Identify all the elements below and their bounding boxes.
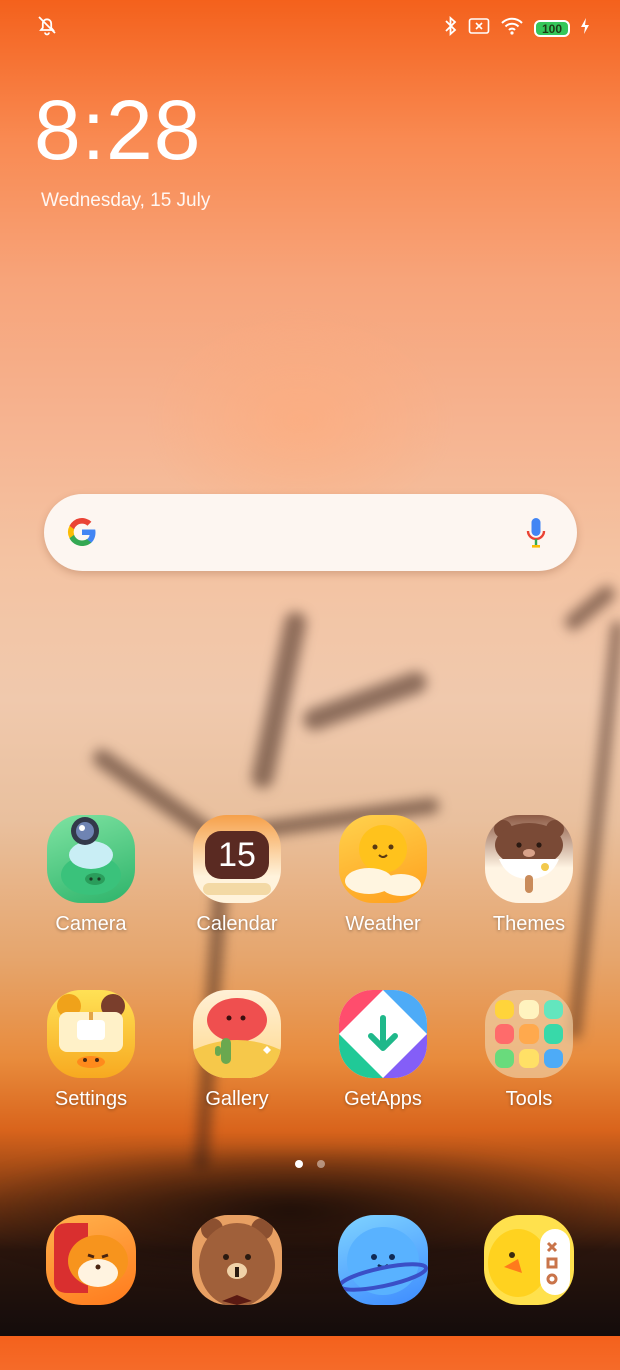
- app-settings[interactable]: Settings: [26, 990, 156, 1111]
- recorder-mini-icon: [495, 1024, 515, 1044]
- wallpaper-grass: [249, 609, 309, 791]
- wallpaper-grass: [300, 668, 430, 734]
- wallpaper-grass: [561, 582, 619, 634]
- app-calendar[interactable]: 15 Calendar: [172, 815, 302, 936]
- app-label: Gallery: [205, 1088, 269, 1110]
- app-label: Weather: [345, 913, 421, 935]
- clock-date[interactable]: Wednesday, 15 July: [41, 190, 210, 212]
- app-label: Settings: [54, 1088, 128, 1110]
- page-dot[interactable]: [317, 1160, 325, 1168]
- app-weather[interactable]: Weather: [318, 815, 448, 936]
- app-camera[interactable]: Camera: [26, 815, 156, 936]
- silent-mode-icon: [36, 14, 58, 41]
- no-sim-icon: [468, 17, 490, 40]
- app-gallery[interactable]: Gallery: [172, 990, 302, 1111]
- app-tools-folder[interactable]: Tools: [464, 990, 594, 1111]
- getapps-icon: [339, 990, 427, 1078]
- google-search-bar[interactable]: [44, 494, 577, 571]
- app-label: Calendar: [196, 913, 278, 935]
- cleaner-mini-icon: [543, 1048, 563, 1068]
- battery-icon: 100: [534, 20, 570, 37]
- weather-icon: [339, 815, 427, 903]
- voice-search-icon[interactable]: [525, 516, 547, 555]
- game-icon[interactable]: [484, 1215, 574, 1305]
- scanner-mini-icon: [543, 1000, 563, 1020]
- page-dot-active[interactable]: [295, 1160, 303, 1168]
- calendar-icon: 15: [193, 815, 281, 903]
- app-label: GetApps: [344, 1088, 422, 1110]
- phone-icon[interactable]: [46, 1215, 136, 1305]
- app-themes[interactable]: Themes: [464, 815, 594, 936]
- camera-icon: [47, 815, 135, 903]
- app-getapps[interactable]: GetApps: [318, 990, 448, 1111]
- charging-icon: [580, 17, 590, 40]
- themes-icon: [485, 815, 573, 903]
- screen-recorder-mini-icon: [519, 1024, 539, 1044]
- clock-time[interactable]: 8:28: [34, 88, 202, 172]
- qr-mini-icon: [543, 1024, 563, 1044]
- gallery-icon: [193, 990, 281, 1078]
- messaging-icon[interactable]: [192, 1215, 282, 1305]
- google-logo-icon: [64, 514, 100, 555]
- wifi-icon: [500, 17, 524, 40]
- notes-mini-icon: [495, 1000, 515, 1020]
- file-mini-icon: [519, 1048, 539, 1068]
- bluetooth-icon: [444, 15, 458, 41]
- app-label: Themes: [492, 913, 566, 935]
- browser-icon[interactable]: [338, 1215, 428, 1305]
- calendar-date-badge: 15: [218, 835, 256, 874]
- tools-folder-icon: [485, 990, 573, 1078]
- settings-icon: [47, 990, 135, 1078]
- compass-mini-icon: [519, 1000, 539, 1020]
- download-mini-icon: [495, 1048, 515, 1068]
- app-label: Tools: [505, 1088, 553, 1110]
- page-indicator: [295, 1160, 325, 1168]
- status-bar: 100: [0, 14, 620, 46]
- app-label: Camera: [55, 913, 127, 935]
